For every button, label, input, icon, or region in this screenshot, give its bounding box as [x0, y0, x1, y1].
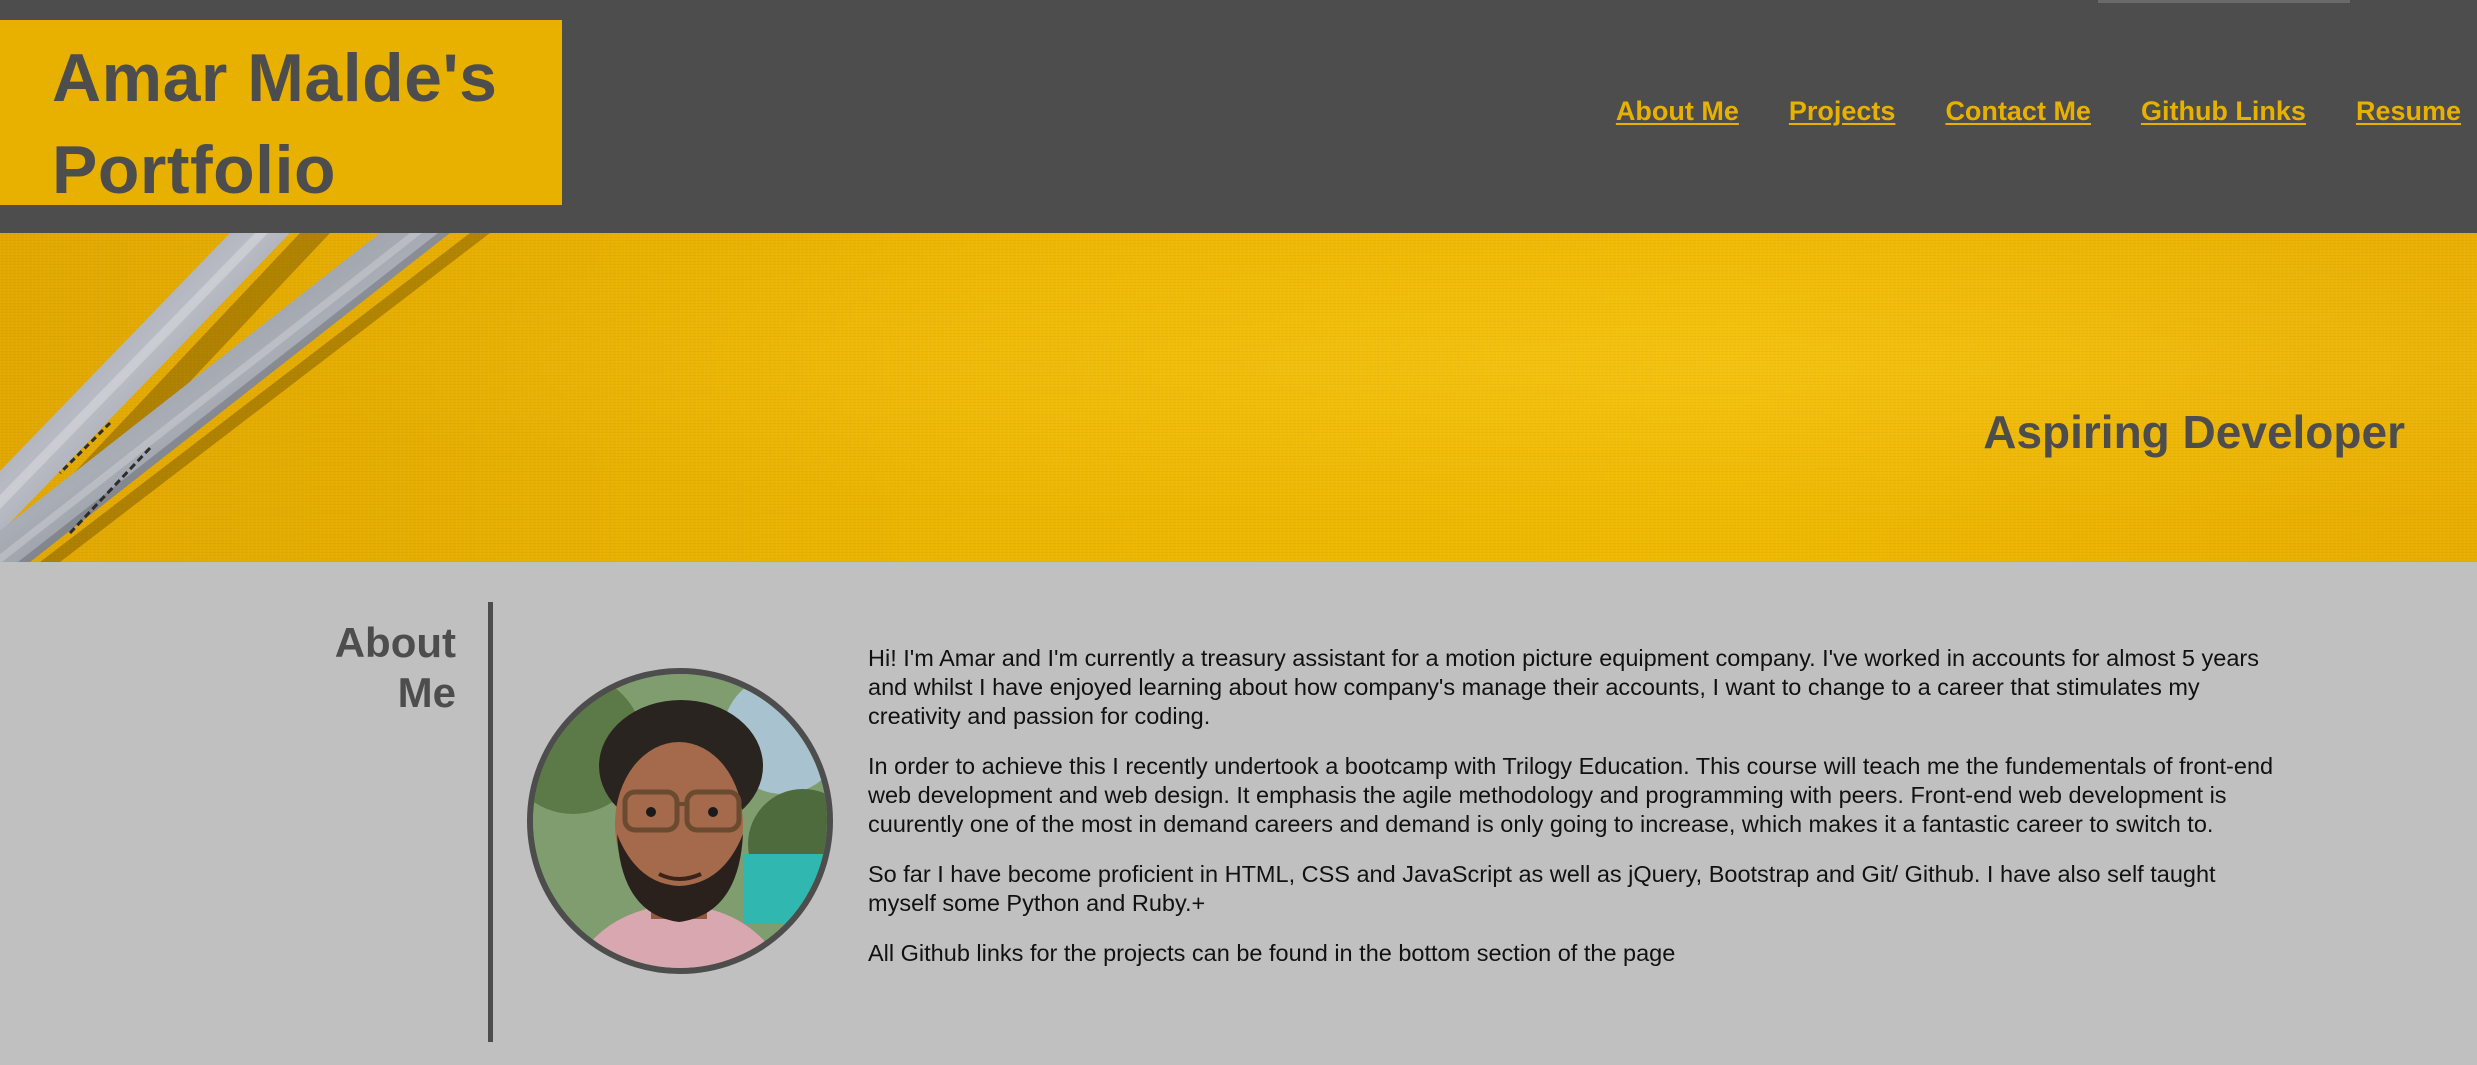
nav-link-contact-me[interactable]: Contact Me	[1945, 96, 2091, 127]
about-divider	[488, 602, 493, 1042]
main-nav: About Me Projects Contact Me Github Link…	[1616, 96, 2461, 127]
nav-link-github-links[interactable]: Github Links	[2141, 96, 2306, 127]
about-heading: About Me	[334, 619, 456, 716]
about-paragraph: Hi! I'm Amar and I'm currently a treasur…	[868, 645, 2259, 729]
nav-link-about-me[interactable]: About Me	[1616, 96, 1739, 127]
nav-link-resume[interactable]: Resume	[2356, 96, 2461, 127]
header-top-strip	[2098, 0, 2350, 3]
logo-box: Amar Malde's Portfolio	[0, 20, 562, 208]
hero-tagline: Aspiring Developer	[1983, 406, 2405, 458]
site-header: Amar Malde's Portfolio About Me Projects…	[0, 0, 2477, 233]
about-paragraph: All Github links for the projects can be…	[868, 940, 1676, 966]
about-paragraph: In order to achieve this I recently unde…	[868, 753, 2274, 837]
about-paragraph: So far I have become proficient in HTML,…	[868, 861, 2216, 916]
pencils-image	[0, 233, 490, 562]
site-title: Amar Malde's Portfolio	[52, 40, 498, 208]
nav-link-projects[interactable]: Projects	[1789, 96, 1896, 127]
hero-banner: Aspiring Developer	[0, 233, 2477, 562]
about-text: Hi! I'm Amar and I'm currently a treasur…	[868, 644, 2288, 989]
profile-photo	[527, 668, 833, 974]
